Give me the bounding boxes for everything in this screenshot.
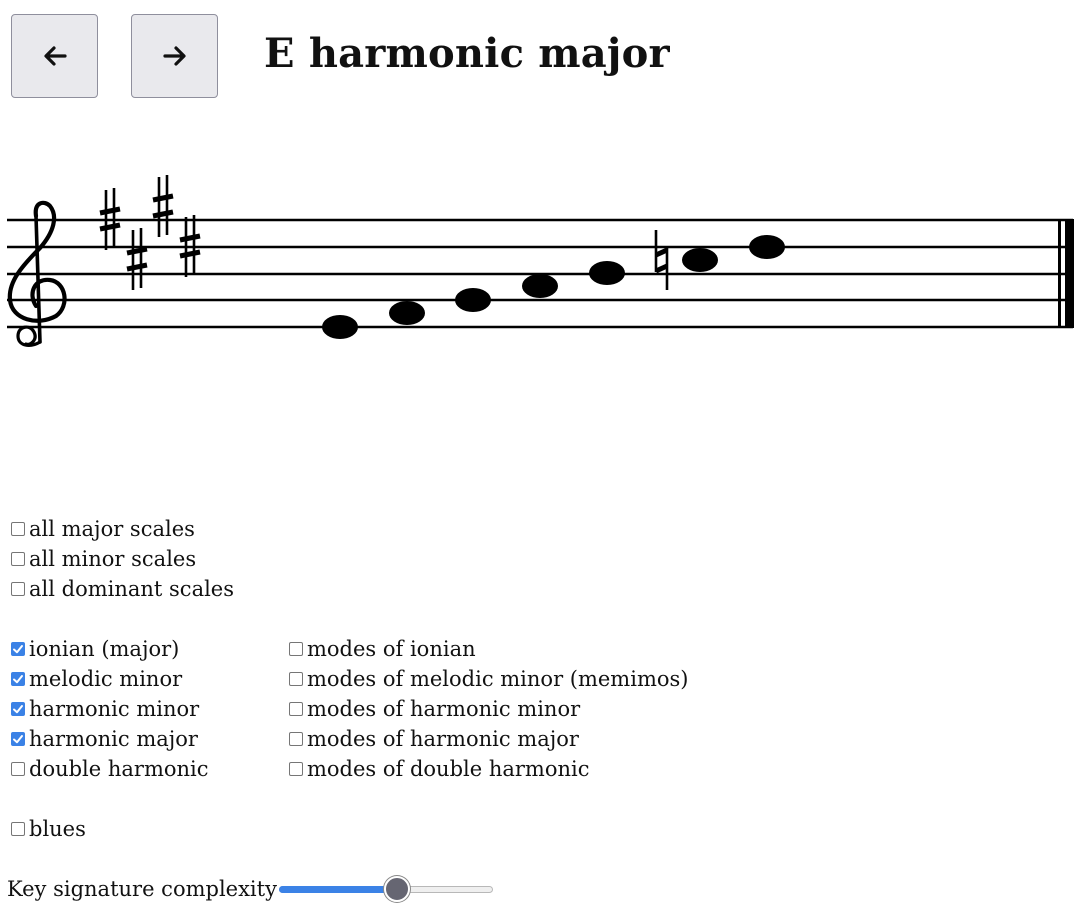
- melodic-minor-option[interactable]: melodic minor: [11, 664, 182, 694]
- natural-sign: [654, 230, 669, 290]
- option-label: modes of double harmonic: [307, 757, 590, 781]
- modes-of-harmonic-minor-checkbox[interactable]: [289, 702, 303, 716]
- note-e4: [322, 315, 358, 339]
- option-label: all dominant scales: [29, 577, 235, 601]
- modes-of-double-harmonic-checkbox[interactable]: [289, 762, 303, 776]
- modes-of-melodic-minor-checkbox[interactable]: [289, 672, 303, 686]
- harmonic-major-option[interactable]: harmonic major: [11, 724, 198, 754]
- option-label: melodic minor: [29, 667, 183, 691]
- ionian-option[interactable]: ionian (major): [11, 634, 179, 664]
- slider-fill: [278, 886, 398, 893]
- checkmark-icon: [13, 645, 23, 654]
- ionian-checkbox[interactable]: [11, 642, 25, 656]
- all-major-scales-option[interactable]: all major scales: [11, 514, 195, 544]
- all-dominant-scales-checkbox[interactable]: [11, 582, 25, 596]
- scale-notes: [322, 235, 785, 339]
- next-scale-button[interactable]: [131, 14, 218, 98]
- key-signature: [99, 175, 201, 290]
- checkmark-icon: [13, 705, 23, 714]
- arrow-right-icon: [162, 46, 186, 66]
- scale-title: E harmonic major: [264, 30, 670, 77]
- option-label: modes of harmonic major: [307, 727, 579, 751]
- modes-of-harmonic-minor-option[interactable]: modes of harmonic minor: [289, 694, 580, 724]
- note-a4: [522, 274, 558, 298]
- modes-of-ionian-checkbox[interactable]: [289, 642, 303, 656]
- option-label: modes of harmonic minor: [307, 697, 581, 721]
- music-staff: [7, 175, 1074, 347]
- blues-checkbox[interactable]: [11, 822, 25, 836]
- double-harmonic-checkbox[interactable]: [11, 762, 25, 776]
- melodic-minor-checkbox[interactable]: [11, 672, 25, 686]
- modes-of-harmonic-major-checkbox[interactable]: [289, 732, 303, 746]
- blues-option[interactable]: blues: [11, 814, 86, 844]
- option-label: double harmonic: [29, 757, 209, 781]
- all-minor-scales-checkbox[interactable]: [11, 552, 25, 566]
- staff-lines: [7, 218, 1073, 329]
- harmonic-minor-checkbox[interactable]: [11, 702, 25, 716]
- option-label: blues: [29, 817, 86, 841]
- modes-of-harmonic-major-option[interactable]: modes of harmonic major: [289, 724, 579, 754]
- all-major-scales-checkbox[interactable]: [11, 522, 25, 536]
- double-harmonic-option[interactable]: double harmonic: [11, 754, 209, 784]
- previous-scale-button[interactable]: [11, 14, 98, 98]
- option-label: harmonic major: [29, 727, 198, 751]
- note-c5: [682, 248, 718, 272]
- arrow-left-icon: [43, 46, 67, 66]
- checkmark-icon: [13, 735, 23, 744]
- harmonic-minor-option[interactable]: harmonic minor: [11, 694, 199, 724]
- option-label: ionian (major): [29, 637, 180, 661]
- option-label: all major scales: [29, 517, 195, 541]
- complexity-slider[interactable]: [278, 874, 493, 904]
- all-dominant-scales-option[interactable]: all dominant scales: [11, 574, 234, 604]
- option-label: harmonic minor: [29, 697, 200, 721]
- option-label: modes of ionian: [307, 637, 476, 661]
- option-label: modes of melodic minor (memimos): [307, 667, 689, 691]
- all-minor-scales-option[interactable]: all minor scales: [11, 544, 196, 574]
- modes-of-melodic-minor-option[interactable]: modes of melodic minor (memimos): [289, 664, 688, 694]
- note-fsharp4: [389, 301, 425, 325]
- checkmark-icon: [13, 675, 23, 684]
- note-b4: [589, 261, 625, 285]
- modes-of-double-harmonic-option[interactable]: modes of double harmonic: [289, 754, 590, 784]
- harmonic-major-checkbox[interactable]: [11, 732, 25, 746]
- slider-thumb[interactable]: [384, 876, 411, 902]
- key-signature-complexity: Key signature complexity: [7, 874, 493, 904]
- final-barline: [1058, 219, 1074, 328]
- modes-of-ionian-option[interactable]: modes of ionian: [289, 634, 476, 664]
- note-gsharp4: [455, 288, 491, 312]
- complexity-label: Key signature complexity: [7, 877, 277, 901]
- option-label: all minor scales: [29, 547, 197, 571]
- note-dsharp5: [749, 235, 785, 259]
